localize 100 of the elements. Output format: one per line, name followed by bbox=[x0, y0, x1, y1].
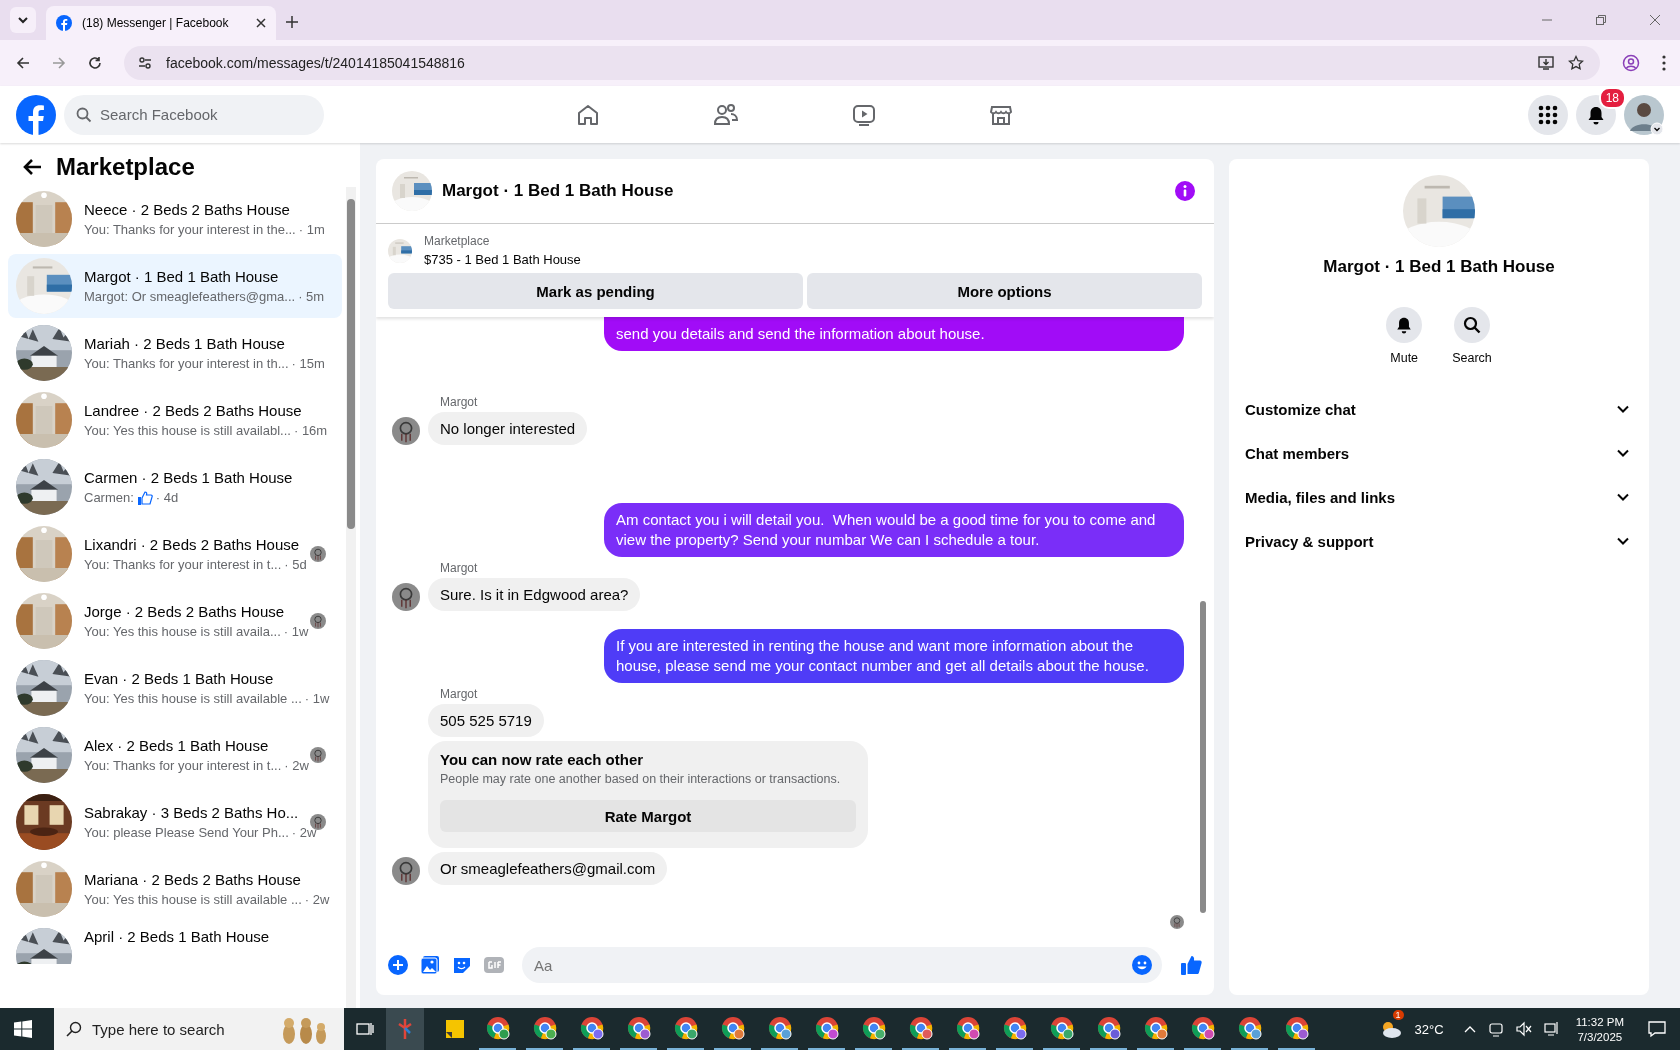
conversation-item[interactable]: Margot · 1 Bed 1 Bath House Margot: Or smeaglefeathers@gma... · 5m bbox=[8, 254, 342, 318]
conversation-item[interactable]: Mariana · 2 Beds 2 Baths House You: Yes this house is still available ... · 2w bbox=[8, 857, 342, 921]
video-icon[interactable] bbox=[852, 102, 876, 127]
message-preview: You: Thanks for your interest in the... bbox=[84, 222, 296, 237]
search-icon bbox=[66, 1021, 82, 1037]
message-field[interactable]: Aa bbox=[522, 947, 1162, 983]
conversation-title: April · 2 Beds 1 Bath House bbox=[84, 928, 271, 945]
search-button[interactable] bbox=[1454, 307, 1490, 343]
message-time: · 5m bbox=[298, 289, 325, 304]
search-icon bbox=[1463, 316, 1481, 334]
bell-icon bbox=[1395, 316, 1414, 334]
listing-button[interactable]: More options bbox=[807, 273, 1202, 309]
clock-date: 7/3/2025 bbox=[1577, 1030, 1623, 1043]
install-app-icon[interactable] bbox=[1538, 55, 1554, 71]
sent-message: Am contact you i will detail you. When would be a good time for you to come and view the property? Send your numbar We can I schedule a tour. bbox=[604, 503, 1184, 557]
sender-name: Margot bbox=[439, 395, 479, 409]
message-preview: You: Yes this house is still availa... bbox=[84, 624, 281, 639]
conversation-item[interactable]: Alex · 2 Beds 1 Bath House You: Thanks for your interest in t... · 2w bbox=[8, 723, 342, 787]
conversation-item[interactable]: April · 2 Beds 1 Bath House bbox=[8, 924, 342, 964]
network-icon[interactable] bbox=[1543, 1021, 1560, 1037]
notification-count: 18 bbox=[1598, 86, 1626, 109]
sent-message: send you details and send the information about house. bbox=[604, 317, 1184, 351]
conversation-title: Evan · 2 Beds 1 Bath House bbox=[84, 670, 275, 687]
listing-button[interactable]: Mark as pending bbox=[388, 273, 804, 309]
accordion-item[interactable]: Chat members bbox=[1245, 431, 1633, 475]
reload-icon[interactable] bbox=[88, 56, 102, 70]
temperature: 32°C bbox=[1414, 1021, 1444, 1037]
message-time: · 5d bbox=[284, 557, 307, 572]
received-message: No longer interested bbox=[428, 412, 588, 445]
accordion-item[interactable]: Customize chat bbox=[1245, 387, 1633, 431]
action-label: Search bbox=[1452, 351, 1492, 365]
conversation-item[interactable]: Evan · 2 Beds 1 Bath House You: Yes this house is still available ... · 1w bbox=[8, 656, 342, 720]
rate-button[interactable]: Rate Margot bbox=[440, 800, 856, 832]
conversation-title: Sabrakay · 3 Beds 2 Baths Ho... bbox=[84, 804, 298, 821]
facebook-logo-icon[interactable] bbox=[16, 94, 56, 135]
volume-muted-icon[interactable] bbox=[1515, 1021, 1532, 1037]
thumbs-up-icon[interactable] bbox=[1180, 954, 1202, 976]
received-message: Or smeaglefeathers@gmail.com bbox=[428, 852, 668, 885]
plus-icon[interactable] bbox=[388, 955, 408, 975]
sticker-icon[interactable] bbox=[452, 955, 472, 975]
conversation-item[interactable]: Mariah · 2 Beds 1 Bath House You: Thanks for your interest in th... · 15m bbox=[8, 321, 342, 385]
apps-menu-button[interactable] bbox=[1528, 94, 1568, 135]
sent-message: If you are interested in renting the house and want more information about the house, please send me your contact number and get all details about the house. bbox=[604, 629, 1184, 683]
back-arrow-icon[interactable] bbox=[22, 158, 42, 176]
task-view-icon[interactable] bbox=[356, 1021, 374, 1037]
new-tab-icon[interactable] bbox=[286, 16, 298, 28]
friends-icon[interactable] bbox=[713, 102, 739, 127]
taskbar-search-field[interactable]: Type here to search bbox=[54, 1008, 344, 1050]
info-icon[interactable] bbox=[1174, 180, 1196, 202]
avatar-icon bbox=[1170, 915, 1184, 929]
accordion-item[interactable]: Privacy & support bbox=[1245, 519, 1633, 563]
browser-tab[interactable]: (18) Messenger | Facebook bbox=[46, 6, 276, 40]
conversation-item[interactable]: Landree · 2 Beds 2 Baths House You: Yes this house is still availabl... · 16m bbox=[8, 388, 342, 452]
sender-name: Margot bbox=[439, 687, 479, 701]
address-bar[interactable]: facebook.com/messages/t/24014185041548816 bbox=[124, 46, 1600, 80]
conversation-item[interactable]: Jorge · 2 Beds 2 Baths House You: Yes this house is still availa... · 1w bbox=[8, 589, 342, 653]
emoji-icon[interactable] bbox=[1132, 955, 1152, 975]
listing-title: $735 - 1 Bed 1 Bath House bbox=[424, 252, 581, 267]
chevron-up-icon[interactable] bbox=[1463, 1025, 1476, 1033]
conversation-item[interactable]: Carmen · 2 Beds 1 Bath House Carmen: · 4d bbox=[8, 455, 342, 519]
account-avatar-icon[interactable] bbox=[1624, 94, 1664, 135]
sender-name: Margot bbox=[439, 561, 479, 575]
windows-logo-icon[interactable] bbox=[14, 1020, 32, 1038]
message-time: · 2w bbox=[291, 825, 317, 840]
meeting-icon[interactable] bbox=[1487, 1021, 1504, 1037]
forward-arrow-icon[interactable] bbox=[52, 56, 66, 70]
message-preview: You: Yes this house is still availabl... bbox=[84, 423, 291, 438]
mute-button[interactable] bbox=[1386, 307, 1423, 343]
message-time: · 4d bbox=[155, 490, 179, 505]
accordion-item[interactable]: Media, files and links bbox=[1245, 475, 1633, 519]
message-preview: You: please Please Send Your Ph... bbox=[84, 825, 289, 840]
notification-center-icon[interactable] bbox=[1648, 1020, 1666, 1038]
conversation-item[interactable]: Sabrakay · 3 Beds 2 Baths Ho... You: please Please Send Your Ph... · 2w bbox=[8, 790, 342, 854]
conversation-title: Mariah · 2 Beds 1 Bath House bbox=[84, 335, 286, 352]
back-arrow-icon[interactable] bbox=[16, 56, 30, 70]
conversation-title: Landree · 2 Beds 2 Baths House bbox=[84, 402, 303, 419]
scrollbar[interactable] bbox=[346, 187, 356, 1008]
tab-title: (18) Messenger | Facebook bbox=[82, 16, 230, 30]
home-icon[interactable] bbox=[576, 102, 600, 127]
listing-source: Marketplace bbox=[424, 234, 491, 248]
message-time: · 15m bbox=[291, 356, 325, 371]
message-time: · 1w bbox=[304, 691, 330, 706]
message-preview: You: Yes this house is still available ... bbox=[84, 892, 302, 907]
received-message: Sure. Is it in Edgwood area? bbox=[428, 578, 641, 611]
restore-icon[interactable] bbox=[1596, 15, 1606, 25]
conversation-item[interactable]: Lixandri · 2 Beds 2 Baths House You: Thanks for your interest in t... · 5d bbox=[8, 522, 342, 586]
profile-icon[interactable] bbox=[1622, 54, 1640, 72]
conversation-title: Carmen · 2 Beds 1 Bath House bbox=[84, 468, 294, 486]
image-icon[interactable] bbox=[420, 955, 440, 975]
conversation-title: Mariana · 2 Beds 2 Baths House bbox=[84, 871, 302, 888]
close-icon[interactable] bbox=[256, 18, 266, 28]
grid-icon bbox=[1538, 104, 1558, 125]
more-options-icon[interactable] bbox=[1662, 55, 1666, 71]
conversation-name: Margot · 1 Bed 1 Bath House bbox=[1323, 257, 1555, 277]
star-icon[interactable] bbox=[1568, 55, 1584, 71]
tab-list-button[interactable] bbox=[10, 7, 36, 33]
conversation-title: Margot · 1 Bed 1 Bath House bbox=[84, 268, 280, 285]
search-field[interactable]: Search Facebook bbox=[64, 94, 324, 135]
rating-title: You can now rate each other bbox=[440, 751, 645, 768]
conversation-item[interactable]: Neece · 2 Beds 2 Baths House You: Thanks for your interest in the... · 1m bbox=[8, 187, 342, 251]
